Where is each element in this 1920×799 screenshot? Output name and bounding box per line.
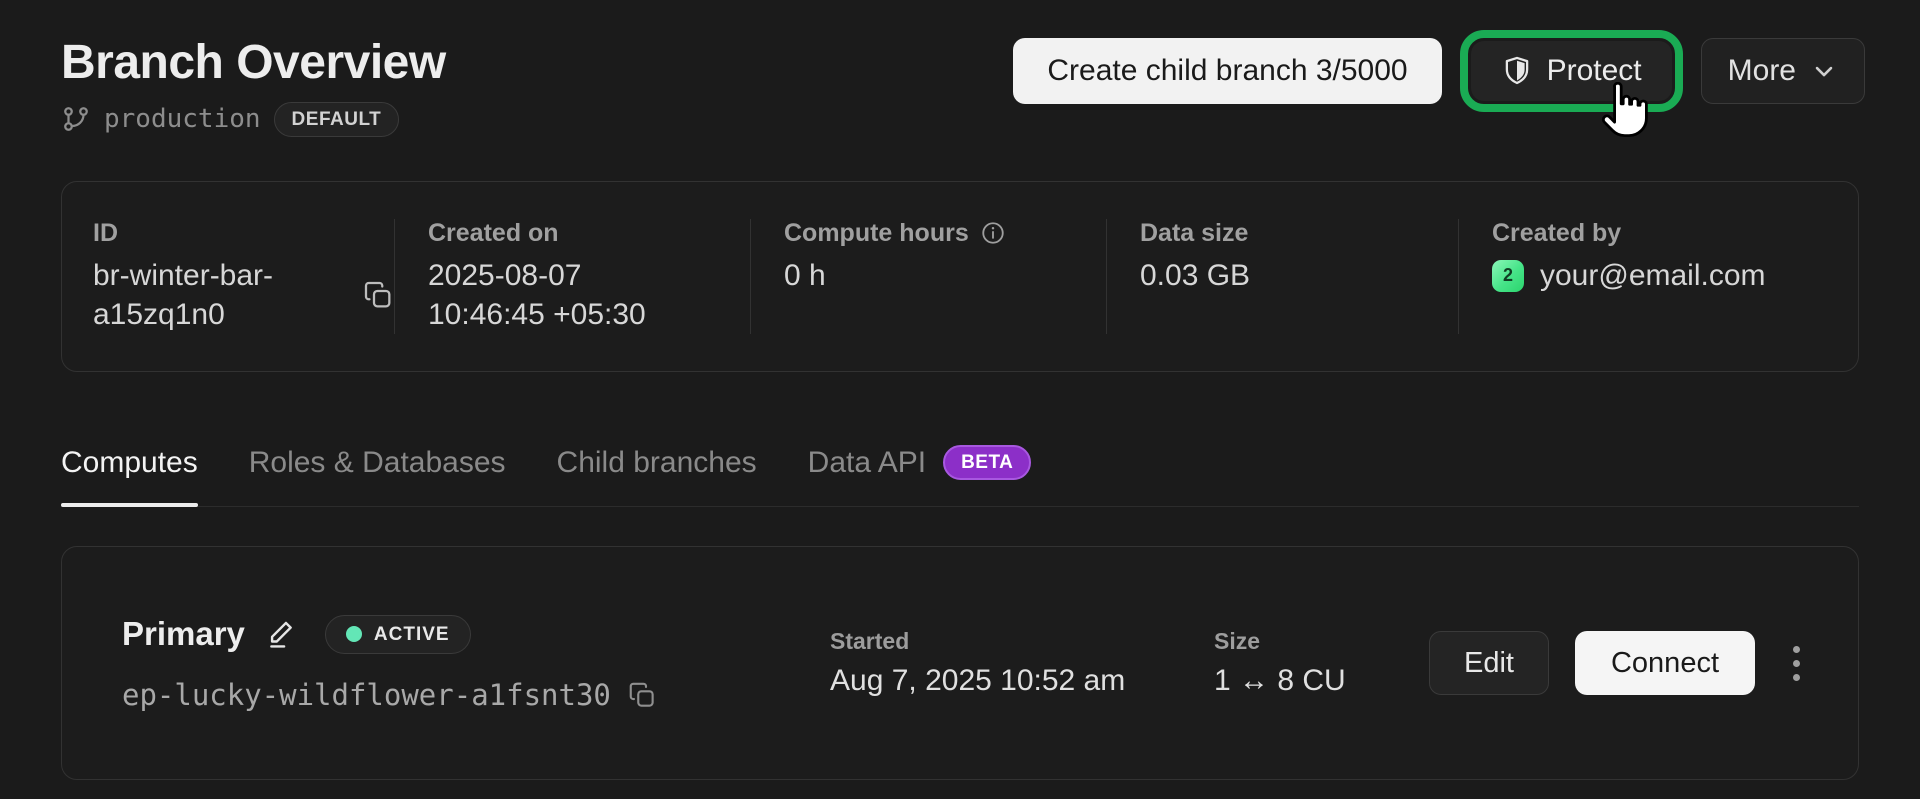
data-size-value: 0.03 GB [1140, 256, 1458, 295]
branch-name: production [104, 104, 261, 134]
copy-endpoint-id-button[interactable] [627, 680, 657, 710]
tab-roles-databases-label: Roles & Databases [249, 446, 506, 481]
info-field-id: ID br-winter-bar-a15zq1n0 [62, 219, 394, 335]
tab-computes[interactable]: Computes [61, 445, 198, 506]
compute-hours-label: Compute hours [784, 219, 969, 248]
kebab-menu-button[interactable] [1781, 636, 1812, 691]
info-icon[interactable] [980, 220, 1006, 246]
header-actions: Create child branch 3/5000 Protect More [1013, 30, 1865, 112]
tab-child-branches-label: Child branches [557, 446, 757, 481]
branch-overview-page: Branch Overview production DEFAULT Creat… [0, 0, 1920, 799]
user-avatar: 2 [1492, 260, 1524, 292]
started-label: Started [830, 628, 1214, 655]
edit-compute-button[interactable]: Edit [1429, 631, 1549, 695]
tab-bar: Computes Roles & Databases Child branche… [61, 445, 1859, 507]
copy-icon [627, 680, 657, 710]
created-by-label: Created by [1492, 219, 1858, 248]
branch-id-value: br-winter-bar-a15zq1n0 [93, 256, 318, 334]
compute-name: Primary [122, 615, 245, 653]
connect-button[interactable]: Connect [1575, 631, 1755, 695]
info-field-compute-hours: Compute hours 0 h [750, 219, 1106, 335]
info-field-created-on: Created on 2025-08-07 10:46:45 +05:30 [394, 219, 750, 335]
shield-icon [1501, 55, 1533, 87]
protect-button-label: Protect [1547, 54, 1642, 88]
more-button[interactable]: More [1701, 38, 1865, 104]
compute-size: Size 1 ↔ 8 CU [1214, 628, 1401, 698]
created-by-email: your@email.com [1540, 256, 1766, 295]
git-branch-icon [61, 104, 91, 134]
id-label: ID [93, 219, 394, 248]
copy-icon [362, 279, 394, 311]
size-label: Size [1214, 628, 1401, 655]
default-badge: DEFAULT [274, 102, 400, 137]
compute-started: Started Aug 7, 2025 10:52 am [830, 628, 1214, 698]
info-field-created-by: Created by 2 your@email.com [1458, 219, 1858, 335]
tab-data-api-label: Data API [808, 446, 926, 481]
tab-data-api[interactable]: Data API BETA [808, 445, 1032, 506]
compute-actions: Edit Connect [1429, 631, 1812, 695]
compute-card: Primary ACTIVE ep-lucky-wildflower-a1fsn… [61, 546, 1859, 780]
rename-compute-button[interactable] [265, 617, 299, 651]
branch-info-card: ID br-winter-bar-a15zq1n0 Created on 202… [61, 181, 1859, 373]
edit-pencil-icon [265, 617, 299, 651]
copy-branch-id-button[interactable] [362, 279, 394, 311]
status-badge-label: ACTIVE [374, 625, 450, 644]
status-badge: ACTIVE [325, 615, 471, 654]
chevron-down-icon [1810, 57, 1838, 85]
data-size-label: Data size [1140, 219, 1458, 248]
protect-button-highlight-ring: Protect [1460, 30, 1683, 112]
tab-roles-databases[interactable]: Roles & Databases [249, 445, 506, 506]
compute-hours-value: 0 h [784, 256, 1106, 295]
compute-identity: Primary ACTIVE ep-lucky-wildflower-a1fsn… [122, 615, 830, 712]
created-on-value: 2025-08-07 10:46:45 +05:30 [428, 256, 673, 334]
tab-child-branches[interactable]: Child branches [557, 445, 757, 506]
created-on-label: Created on [428, 219, 750, 248]
protect-button[interactable]: Protect [1471, 41, 1672, 101]
size-value: 1 ↔ 8 CU [1214, 664, 1401, 698]
endpoint-id: ep-lucky-wildflower-a1fsnt30 [122, 678, 611, 712]
create-child-branch-button[interactable]: Create child branch 3/5000 [1013, 38, 1441, 104]
beta-badge: BETA [943, 445, 1031, 480]
tab-computes-label: Computes [61, 446, 198, 481]
info-field-data-size: Data size 0.03 GB [1106, 219, 1458, 335]
started-value: Aug 7, 2025 10:52 am [830, 664, 1214, 698]
page-header: Branch Overview production DEFAULT Creat… [0, 0, 1920, 137]
active-dot-icon [346, 626, 362, 642]
more-button-label: More [1728, 54, 1796, 88]
